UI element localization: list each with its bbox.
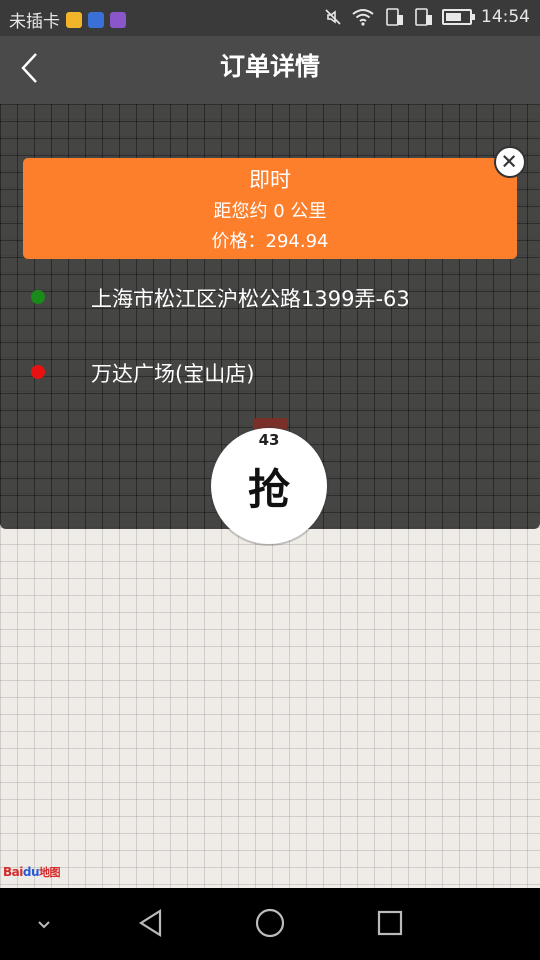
end-dot-icon	[31, 365, 45, 379]
end-address-row: 万达广场(宝山店)	[0, 356, 540, 386]
carrier-text: 未插卡	[9, 12, 60, 32]
home-circle-icon[interactable]	[254, 906, 286, 940]
battery-icon	[442, 9, 475, 25]
start-address: 上海市松江区沪松公路1399弄-63	[91, 287, 410, 311]
status-bar: 未插卡 14:54	[0, 0, 540, 36]
sim-slot-2-icon	[415, 8, 432, 26]
baidu-map-logo: Baidu地图	[3, 865, 61, 879]
start-dot-icon	[31, 290, 45, 304]
end-address: 万达广场(宝山店)	[91, 362, 255, 386]
recents-square-icon[interactable]	[375, 906, 405, 940]
clock-text: 14:54	[481, 7, 530, 27]
page-title: 订单详情	[219, 52, 320, 81]
grab-order-button[interactable]: 43 抢	[211, 428, 327, 544]
browser-app-icon	[66, 11, 82, 28]
title-bar: 订单详情	[0, 36, 540, 104]
back-triangle-icon[interactable]	[136, 906, 166, 940]
chevron-down-icon[interactable]	[34, 914, 54, 934]
shield-app-icon	[88, 11, 104, 28]
sim-slot-1-icon	[386, 8, 403, 26]
close-icon[interactable]	[494, 146, 526, 178]
grab-label: 抢	[247, 465, 290, 514]
start-address-row: 上海市松江区沪松公路1399弄-63	[0, 281, 540, 311]
gallery-app-icon	[110, 11, 126, 28]
order-summary-card: 即时 距您约 0 公里 价格：294.94	[23, 158, 517, 259]
order-type: 即时	[249, 168, 291, 192]
system-nav-bar	[0, 888, 540, 960]
order-price: 价格：294.94	[211, 231, 329, 252]
grab-countdown: 43	[258, 431, 280, 449]
mute-icon	[325, 9, 341, 25]
order-distance: 距您约 0 公里	[213, 201, 327, 222]
wifi-icon	[352, 9, 374, 26]
